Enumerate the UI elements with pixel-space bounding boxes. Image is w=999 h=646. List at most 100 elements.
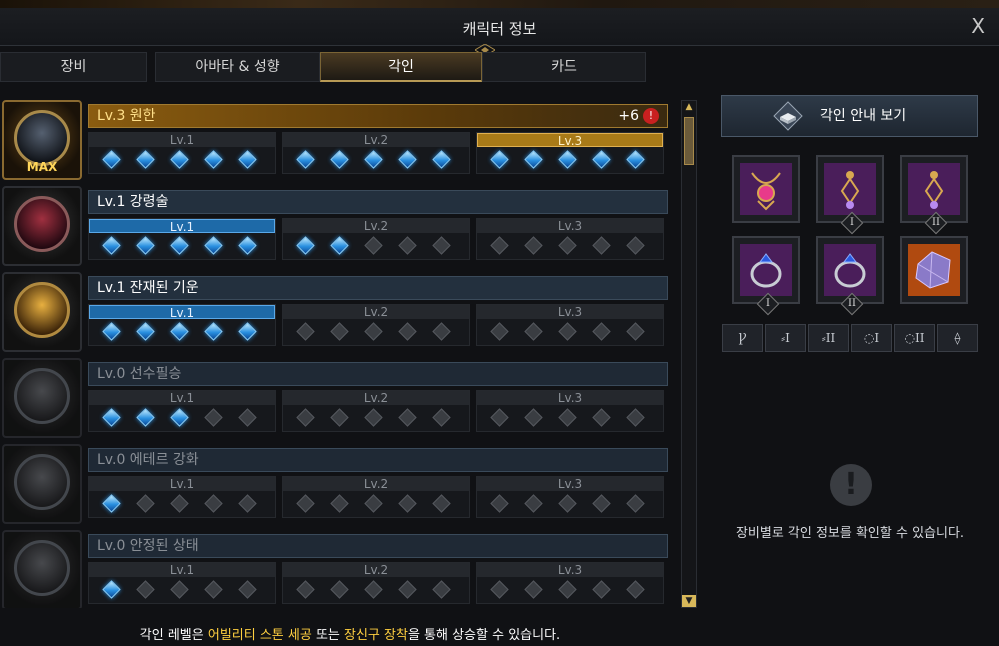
gem-row <box>490 408 661 429</box>
gem-empty-icon <box>204 494 223 513</box>
level-label: Lv.2 <box>283 477 469 491</box>
gem-empty-icon <box>490 236 509 255</box>
gem-empty-icon <box>296 494 315 513</box>
engraving-row[interactable]: MAX Lv.3 원한 +6! Lv.1 Lv.2 Lv.3 <box>0 100 676 180</box>
footer-hint: 각인 레벨은 어빌리티 스톤 세공 또는 장신구 장착을 통해 상승할 수 있습… <box>0 624 700 643</box>
gem-empty-icon <box>238 580 257 599</box>
gem-empty-icon <box>626 494 645 513</box>
level-box: Lv.1 <box>88 218 276 260</box>
book-icon <box>773 101 803 131</box>
tab-engraving[interactable]: 각인 <box>320 52 482 82</box>
filter-necklace-button[interactable]: Ꝩ <box>722 324 763 352</box>
gem-filled-icon <box>238 150 257 169</box>
gem-empty-icon <box>136 580 155 599</box>
scroll-up-icon[interactable]: ▲ <box>682 101 696 113</box>
engraving-row[interactable]: Lv.1 잔재된 기운 Lv.1 Lv.2 Lv.3 <box>0 272 676 352</box>
filter-ring-2-button[interactable]: ◌II <box>894 324 935 352</box>
gem-empty-icon <box>592 236 611 255</box>
scroll-down-icon[interactable]: ▼ <box>682 595 696 607</box>
info-message: 장비별로 각인 정보를 확인할 수 있습니다. <box>735 526 965 541</box>
close-button[interactable]: X <box>971 14 985 38</box>
gem-empty-icon <box>364 408 383 427</box>
gem-empty-icon <box>524 580 543 599</box>
gem-filled-icon <box>102 580 121 599</box>
level-box: Lv.2 <box>282 562 470 604</box>
filter-index: II <box>825 331 836 345</box>
gem-filled-icon <box>136 408 155 427</box>
filter-index: I <box>785 331 790 345</box>
gem-row <box>296 494 467 515</box>
gem-empty-icon <box>558 322 577 341</box>
level-label: Lv.3 <box>477 391 663 405</box>
gem-empty-icon <box>626 408 645 427</box>
engraving-name: Lv.1 잔재된 기운 <box>97 280 199 296</box>
gem-filled-icon <box>330 150 349 169</box>
gem-empty-icon <box>432 322 451 341</box>
engraving-row[interactable]: Lv.0 안정된 상태 Lv.1 Lv.2 Lv.3 <box>0 530 676 608</box>
gem-row <box>490 322 661 343</box>
tab-avatar[interactable]: 아바타 & 성향 <box>155 52 320 82</box>
accessory-slot-earring-1[interactable]: I <box>816 155 884 235</box>
tab-equipment[interactable]: 장비 <box>0 52 147 82</box>
gem-empty-icon <box>432 408 451 427</box>
gem-empty-icon <box>330 580 349 599</box>
level-box: Lv.1 <box>88 390 276 432</box>
engraving-name: Lv.3 원한 <box>97 108 156 124</box>
gem-empty-icon <box>524 236 543 255</box>
gem-filled-icon <box>626 150 645 169</box>
level-box: Lv.1 <box>88 476 276 518</box>
gem-empty-icon <box>592 580 611 599</box>
gem-row <box>490 236 661 257</box>
filter-stone-button[interactable]: ⟠ <box>937 324 978 352</box>
stone-filter-icon: ⟠ <box>954 331 961 345</box>
filter-earring-1-button[interactable]: ⸗I <box>765 324 806 352</box>
engraving-row[interactable]: Lv.0 에테르 강화 Lv.1 Lv.2 Lv.3 <box>0 444 676 524</box>
engraving-emblem-icon <box>14 540 70 596</box>
tab-card[interactable]: 카드 <box>482 52 646 82</box>
alert-icon[interactable]: ! <box>643 108 659 124</box>
gem-empty-icon <box>238 494 257 513</box>
gem-empty-icon <box>592 494 611 513</box>
accessory-slot-ability-stone[interactable] <box>900 236 968 304</box>
engraving-portrait <box>2 530 82 608</box>
gem-filled-icon <box>398 150 417 169</box>
engraving-guide-button[interactable]: 각인 안내 보기 <box>721 95 978 137</box>
gem-filled-icon <box>102 322 121 341</box>
gem-empty-icon <box>626 580 645 599</box>
filter-earring-2-button[interactable]: ⸗II <box>808 324 849 352</box>
level-label: Lv.2 <box>283 133 469 147</box>
gem-empty-icon <box>364 494 383 513</box>
engraving-name-bar: Lv.3 원한 +6! <box>88 104 668 128</box>
scrollbar[interactable]: ▲ ▼ <box>681 100 697 608</box>
level-label: Lv.3 <box>477 477 663 491</box>
ability-stone-icon <box>908 244 960 296</box>
accessory-slot-necklace[interactable] <box>732 155 800 223</box>
accessory-slot-ring-1[interactable]: I <box>732 236 800 316</box>
gem-row <box>102 322 273 343</box>
gem-row <box>296 150 467 171</box>
level-label: Lv.1 <box>89 133 275 147</box>
engraving-row[interactable]: Lv.1 강령술 Lv.1 Lv.2 Lv.3 <box>0 186 676 266</box>
gem-empty-icon <box>490 580 509 599</box>
gem-filled-icon <box>296 236 315 255</box>
gem-empty-icon <box>238 408 257 427</box>
level-label: Lv.3 <box>477 219 663 233</box>
gem-empty-icon <box>558 236 577 255</box>
engraving-row[interactable]: Lv.0 선수필승 Lv.1 Lv.2 Lv.3 <box>0 358 676 438</box>
scroll-thumb[interactable] <box>684 117 694 165</box>
gem-empty-icon <box>364 236 383 255</box>
gem-row <box>490 150 661 171</box>
earring-icon <box>824 163 876 215</box>
gem-filled-icon <box>170 236 189 255</box>
filter-ring-1-button[interactable]: ◌I <box>851 324 892 352</box>
engraving-portrait: MAX <box>2 100 82 180</box>
gem-row <box>296 408 467 429</box>
engraving-name-bar: Lv.0 에테르 강화 <box>88 448 668 472</box>
gem-row <box>102 408 273 429</box>
gem-empty-icon <box>524 322 543 341</box>
level-label: Lv.2 <box>283 305 469 319</box>
accessory-slot-earring-2[interactable]: II <box>900 155 968 235</box>
gem-empty-icon <box>432 236 451 255</box>
level-box: Lv.2 <box>282 476 470 518</box>
accessory-slot-ring-2[interactable]: II <box>816 236 884 316</box>
